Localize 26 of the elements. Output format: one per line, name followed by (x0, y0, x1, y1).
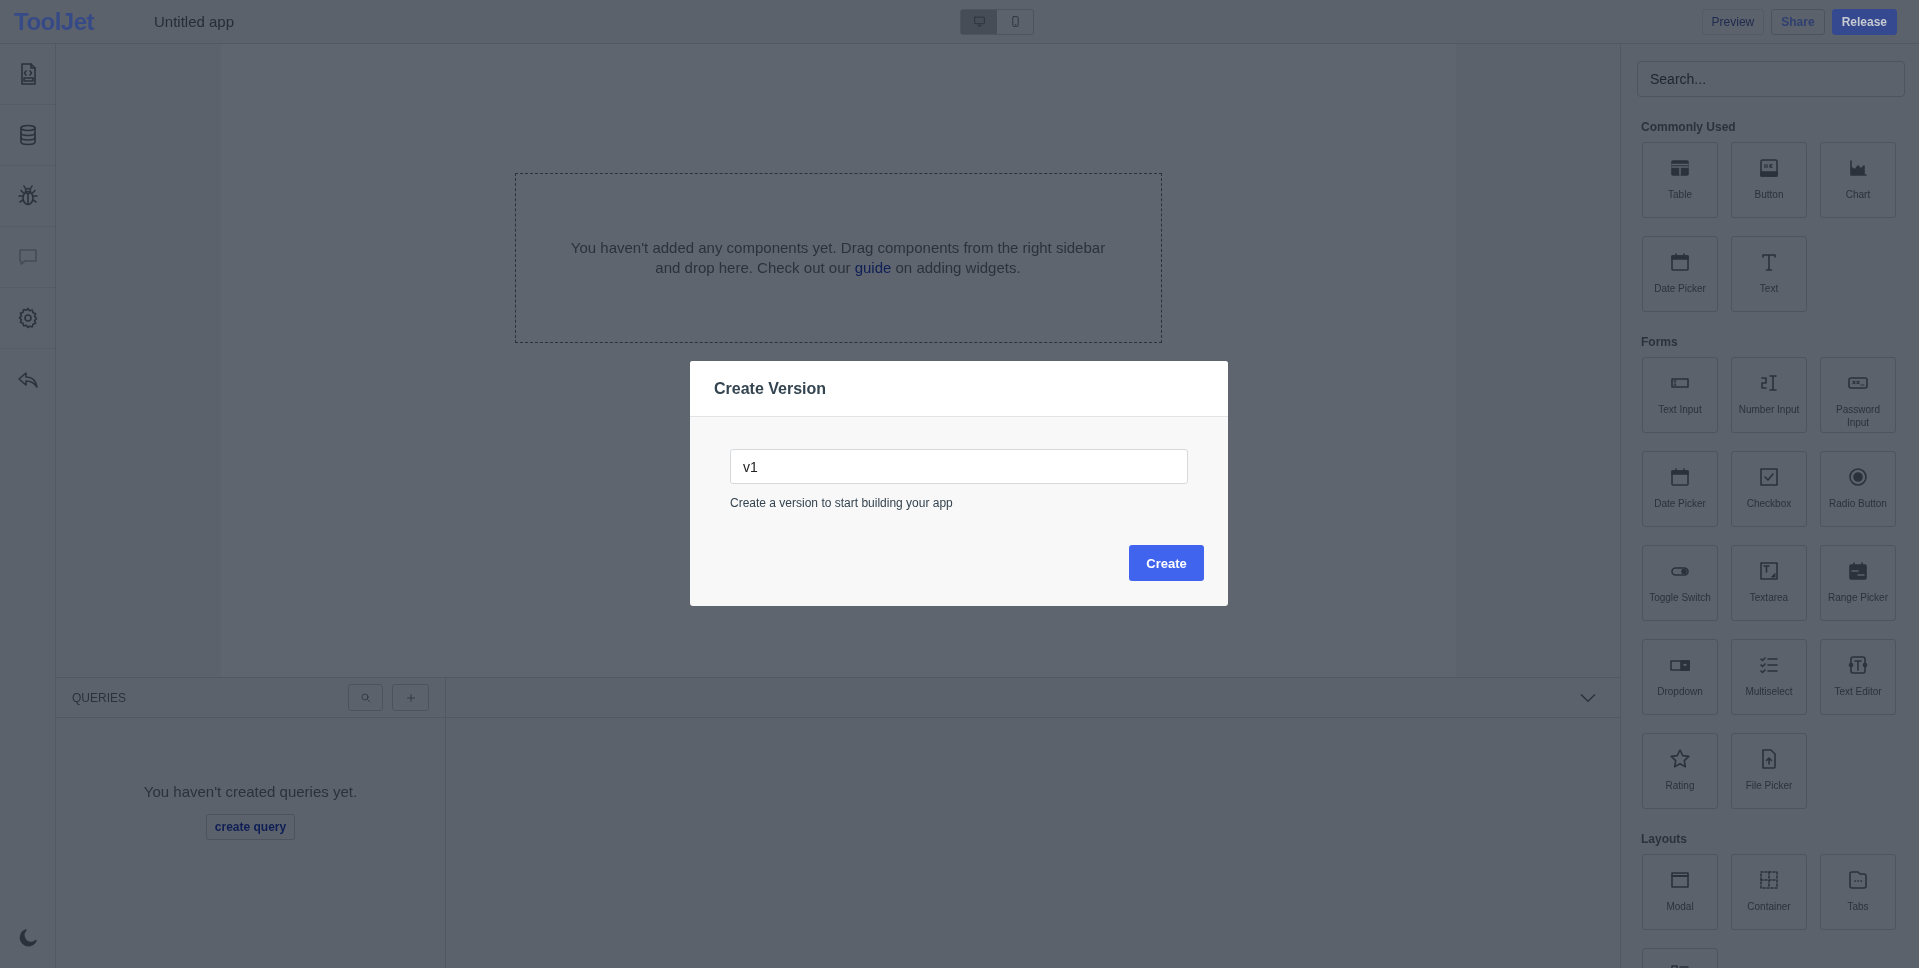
desktop-icon (972, 15, 986, 28)
ok-button-icon (1757, 156, 1781, 180)
radio-button-icon (1846, 465, 1870, 489)
text-editor-icon (1846, 653, 1870, 677)
create-query-button[interactable]: create query (205, 814, 296, 840)
search-field[interactable]: Search... (1637, 61, 1905, 97)
release-button[interactable]: Release (1831, 8, 1897, 35)
create-button[interactable]: Create (1129, 545, 1204, 581)
calendar-icon (1668, 465, 1692, 489)
range-calendar-icon (1846, 559, 1870, 583)
plus-icon (404, 691, 417, 704)
tabs-icon (1846, 868, 1870, 892)
version-name-field[interactable]: v1 (730, 449, 1188, 484)
search-button[interactable] (348, 684, 383, 711)
dashed-grid-icon (1757, 868, 1781, 892)
checkbox-icon (1757, 465, 1781, 489)
star-icon (1668, 747, 1692, 771)
bug-icon[interactable] (15, 184, 40, 208)
view-mode-button[interactable] (961, 9, 997, 34)
dialog-title: Create Version (714, 379, 827, 398)
add-button[interactable] (392, 684, 429, 711)
textarea-icon (1757, 559, 1781, 583)
calendar-icon (1668, 250, 1692, 274)
search-icon (359, 691, 372, 704)
guide-link[interactable]: guide (854, 259, 892, 276)
help-text: Create a version to start building your app (730, 496, 954, 510)
